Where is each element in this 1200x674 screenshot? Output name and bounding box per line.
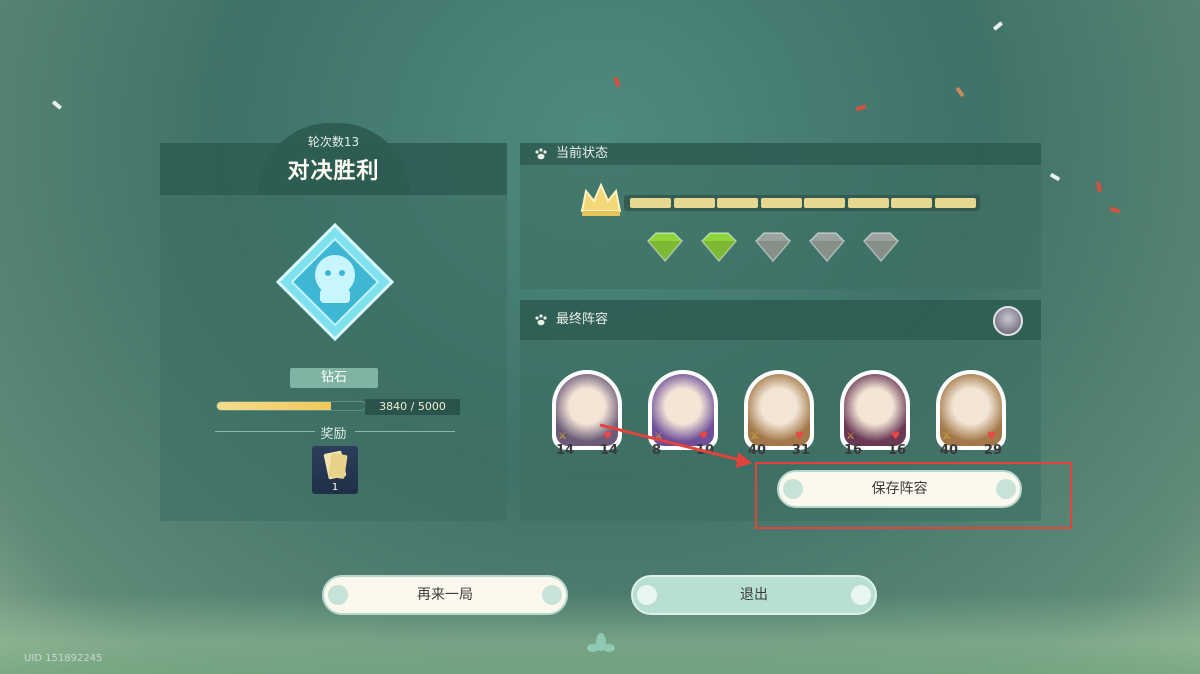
attack-icon: ⚔ xyxy=(750,431,759,442)
player-uid: UID 151892245 xyxy=(24,653,103,664)
confetti xyxy=(613,76,621,88)
paw-icon xyxy=(783,479,803,499)
heart-icon: ♥ xyxy=(891,431,900,442)
confetti xyxy=(855,104,867,112)
crown-icon xyxy=(580,182,622,216)
gem-icon xyxy=(862,232,900,263)
gem-icon xyxy=(808,232,846,263)
lineup-unit[interactable]: ⚔ ♥ 8 10 xyxy=(648,370,718,458)
paw-icon xyxy=(851,585,871,605)
lineup-unit[interactable]: ⚔ ♥ 16 16 xyxy=(840,370,910,458)
paw-icon xyxy=(542,585,562,605)
xp-progress-fill xyxy=(217,402,331,410)
paw-icon xyxy=(328,585,348,605)
lineup-header: 最终阵容 xyxy=(520,300,1041,340)
unit-health: 29 xyxy=(983,443,1002,458)
progress-segment xyxy=(847,198,889,208)
heart-icon: ♥ xyxy=(699,431,708,442)
unit-health: 31 xyxy=(791,443,810,458)
progress-segment xyxy=(760,198,802,208)
confetti xyxy=(1049,172,1061,182)
save-lineup-label: 保存阵容 xyxy=(871,481,928,497)
confetti xyxy=(1096,181,1102,193)
xp-value: 3840 / 5000 xyxy=(365,399,460,415)
status-header: 当前状态 xyxy=(520,143,1041,165)
attack-icon: ⚔ xyxy=(846,431,855,442)
unit-health: 14 xyxy=(599,443,618,458)
lineup-unit[interactable]: ⚔ ♥ 14 14 xyxy=(552,370,622,458)
progress-segment xyxy=(804,198,845,208)
exit-label: 退出 xyxy=(740,587,768,603)
unit-attack: 14 xyxy=(556,443,575,458)
heart-icon: ♥ xyxy=(987,431,996,442)
leaf-icon xyxy=(587,633,615,652)
play-again-label: 再来一局 xyxy=(417,587,473,603)
unit-attack: 40 xyxy=(748,443,767,458)
gem-icon xyxy=(700,232,738,263)
divider xyxy=(355,431,455,432)
progress-segment xyxy=(630,198,671,208)
heart-icon: ♥ xyxy=(603,431,612,442)
lineup-unit[interactable]: ⚔ ♥ 40 31 xyxy=(744,370,814,458)
confetti xyxy=(955,86,965,98)
status-header-label: 当前状态 xyxy=(556,146,609,161)
attack-icon: ⚔ xyxy=(654,431,663,442)
status-panel: 当前状态 xyxy=(520,143,1041,289)
lineup-unit[interactable]: ⚔ ♥ 40 29 xyxy=(936,370,1006,458)
confetti xyxy=(1109,206,1121,214)
result-title: 对决胜利 xyxy=(287,159,380,184)
unit-attack: 16 xyxy=(844,443,863,458)
progress-segment xyxy=(891,198,932,208)
confetti xyxy=(51,100,63,110)
confetti xyxy=(992,21,1004,31)
gem-icon xyxy=(754,232,792,263)
unit-attack: 8 xyxy=(652,443,662,458)
progress-segment xyxy=(717,198,758,208)
paw-icon xyxy=(637,585,657,605)
diamond-rank-icon xyxy=(276,223,394,341)
paw-icon xyxy=(996,479,1016,499)
gem-icon xyxy=(646,232,684,263)
paw-icon xyxy=(535,314,547,326)
xp-progress-bar xyxy=(216,401,366,411)
card-pack-icon xyxy=(323,450,348,480)
heart-icon: ♥ xyxy=(795,431,804,442)
result-panel: 轮次数13 对决胜利 钻石 3840 / 5000 奖励 1 xyxy=(160,123,507,521)
unit-attack: 40 xyxy=(940,443,959,458)
progress-segment xyxy=(673,198,715,208)
progress-segment xyxy=(934,198,976,208)
save-lineup-button[interactable]: 保存阵容 xyxy=(777,470,1022,508)
paw-icon xyxy=(535,148,547,160)
unit-health: 16 xyxy=(887,443,906,458)
unit-health: 10 xyxy=(695,443,714,458)
exit-button[interactable]: 退出 xyxy=(631,575,877,615)
attack-icon: ⚔ xyxy=(942,431,951,442)
reward-item[interactable]: 1 xyxy=(312,446,358,494)
rank-name: 钻石 xyxy=(290,368,378,388)
attack-icon: ⚔ xyxy=(558,431,567,442)
lineup-header-label: 最终阵容 xyxy=(556,312,609,327)
player-avatar[interactable] xyxy=(993,306,1023,336)
reward-count: 1 xyxy=(331,482,339,493)
round-count-label: 轮次数13 xyxy=(307,135,360,149)
reward-label: 奖励 xyxy=(320,427,347,442)
play-again-button[interactable]: 再来一局 xyxy=(322,575,568,615)
